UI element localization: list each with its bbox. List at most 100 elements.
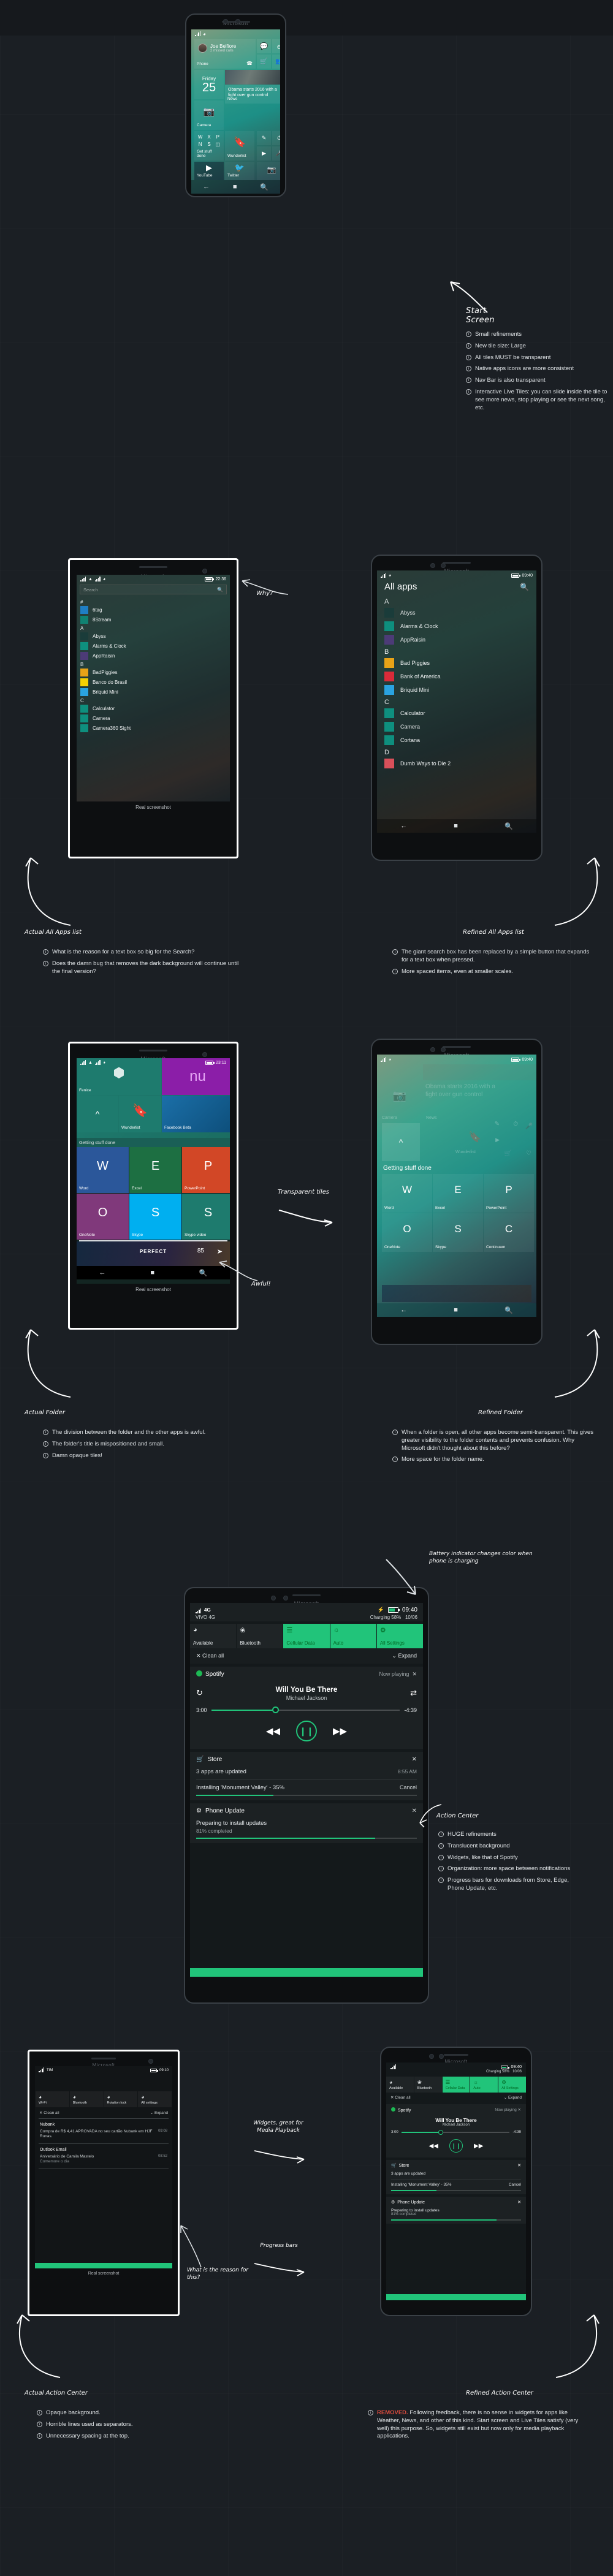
tile-phone[interactable]: Joe Belfiore 2 missed calls Phone ☎ — [194, 39, 256, 69]
clean-all-button[interactable]: ✕ Clean all — [390, 2095, 411, 2100]
quick-action-all-settings[interactable]: ⚙ All Settings — [498, 2077, 526, 2093]
quick-action-bluetooth[interactable]: ❀ Bluetooth — [237, 1624, 283, 1648]
tile-twitter[interactable]: 🐦 Twitter — [225, 162, 254, 180]
expand-button[interactable]: ⌄ Expand — [150, 2110, 168, 2115]
back-button[interactable]: ← — [99, 1269, 105, 1276]
tile-calendar[interactable]: Friday 25 — [194, 70, 224, 99]
quick-action-cellular-data[interactable]: ☰ Cellular Data — [442, 2077, 470, 2093]
quick-action-bluetooth[interactable]: ❀ Bluetooth — [414, 2077, 442, 2093]
notification-spotify[interactable]: Spotify Now playing ✕ ↻ Will You Be Ther… — [190, 1667, 423, 1749]
tile-edge[interactable]: e — [272, 39, 280, 53]
notification-store[interactable]: 🛒 Store ✕ 3 apps are updated Installing '… — [386, 2160, 526, 2194]
list-item[interactable]: Calculator — [384, 708, 529, 718]
list-item[interactable]: AppRaisin — [384, 635, 529, 645]
quick-action-available[interactable]: ◕ Available — [190, 1624, 237, 1648]
repeat-icon[interactable]: ↻ — [196, 1688, 203, 1698]
list-item[interactable]: Briquid Mini — [80, 688, 226, 696]
tile-youtube[interactable]: ▶ YouTube — [194, 162, 224, 180]
close-icon[interactable]: ✕ — [412, 1808, 417, 1814]
list-item[interactable]: Bad Piggies — [384, 658, 529, 668]
cancel-button[interactable]: Cancel — [400, 1784, 417, 1791]
telegram-icon[interactable]: ➤ — [217, 1248, 223, 1256]
notification-group-nubank[interactable]: Nubank Compra de R$ 4,41 APROVADA no seu… — [35, 2119, 172, 2143]
close-icon[interactable]: ✕ — [412, 1756, 417, 1763]
tile-get-stuff-done[interactable]: W X P N S ◫ Get stuff done — [194, 131, 224, 161]
tile-excel[interactable]: E Excel — [129, 1147, 181, 1193]
quick-actions-row-actual[interactable]: ◕ Wi-Fi ◕ Bluetooth ◕ Rotation lock ◕ All setti… — [35, 2091, 172, 2107]
tile-skype[interactable]: S Skype — [129, 1194, 181, 1240]
tile-85[interactable]: 85 — [197, 1248, 204, 1254]
expand-button[interactable]: ⌄ Expand — [392, 1653, 417, 1659]
quick-action-auto[interactable]: ☼ Auto — [470, 2077, 498, 2093]
folder-collapse-button[interactable]: ^ — [77, 1096, 118, 1132]
list-item[interactable]: Bank of America — [384, 672, 529, 681]
cancel-button[interactable]: Cancel — [509, 2183, 521, 2187]
tile-onenote[interactable]: O OneNote — [382, 1213, 432, 1252]
tile-skype-video[interactable]: S Skype video — [182, 1194, 230, 1240]
folder-apps-refined[interactable]: W Word E Excel P PowerPoint O OneNote S Skype C Con… — [382, 1174, 534, 1254]
apps-list-actual[interactable]: #6tag 8Stream A Abyss Alarms & Clock AppRaisi… — [77, 596, 230, 737]
quick-action-available[interactable]: ◕ Available — [386, 2077, 414, 2093]
tile-people[interactable]: 👥 — [272, 55, 280, 69]
start-button[interactable]: ■ — [150, 1269, 154, 1276]
seek-slider[interactable] — [211, 1707, 400, 1713]
tile-powerpoint[interactable]: P PowerPoint — [182, 1147, 230, 1193]
list-item[interactable]: Calculator — [80, 705, 226, 713]
quick-action-all-settings[interactable]: ◕ All settings — [138, 2091, 172, 2107]
tile-news-image[interactable] — [225, 70, 280, 85]
list-item[interactable]: AppRaisin — [80, 652, 226, 660]
close-icon[interactable]: ✕ — [412, 1671, 417, 1677]
tile-skype[interactable]: S Skype — [433, 1213, 483, 1252]
pause-button[interactable]: ❙❙ — [449, 2139, 463, 2153]
list-item[interactable]: Briquid Mini — [384, 685, 529, 695]
apps-list-refined[interactable]: A Abyss Alarms & Clock AppRaisin B Bad Piggie… — [377, 598, 536, 768]
start-button[interactable]: ■ — [454, 1306, 458, 1314]
list-item[interactable]: Cortana — [384, 735, 529, 745]
previous-button[interactable]: ◀◀ — [266, 1726, 280, 1737]
clean-all-button[interactable]: ✕ Clean all — [196, 1653, 224, 1659]
list-item[interactable]: Camera360 Sight — [80, 724, 226, 732]
close-icon[interactable]: ✕ — [517, 2163, 521, 2168]
quick-action-rotation-lock[interactable]: ◕ Rotation lock — [104, 2091, 138, 2107]
search-input[interactable]: Search 🔍 — [80, 585, 227, 594]
tile-wunderlist[interactable]: 🔖 Wunderlist — [225, 131, 254, 161]
tile-store[interactable]: 🛒 — [257, 55, 271, 69]
quick-actions-row[interactable]: ◕ Available ❀ Bluetooth ☰ Cellular Data ☼ Auto ⚙… — [190, 1624, 423, 1648]
start-button[interactable]: ■ — [454, 822, 458, 830]
tile-excel[interactable]: E Excel — [433, 1174, 483, 1213]
notification-store[interactable]: 🛒 Store ✕ 3 apps are updated 8:55 AM Inst… — [190, 1752, 423, 1800]
tile-recorder[interactable]: 🎤 — [272, 146, 280, 161]
list-item[interactable]: Dumb Ways to Die 2 — [384, 759, 529, 768]
tile-store-2[interactable]: 📷 — [257, 162, 280, 180]
back-button[interactable]: ← — [400, 822, 407, 830]
quick-action-all-settings[interactable]: ⚙ All Settings — [376, 1624, 423, 1648]
seek-thumb[interactable] — [272, 1707, 280, 1713]
list-item[interactable]: Abyss — [384, 608, 529, 618]
tile-wunderlist[interactable]: 🔖 Wunderlist — [119, 1096, 161, 1132]
notification-phone-update[interactable]: ⚙ Phone Update ✕ Preparing to install upd… — [190, 1803, 423, 1843]
list-item[interactable]: Abyss — [80, 632, 226, 640]
next-button[interactable]: ▶▶ — [474, 2143, 483, 2150]
tile-onenote[interactable]: O OneNote — [77, 1194, 129, 1240]
tile-video[interactable]: ▶ — [257, 146, 271, 161]
tile-messaging[interactable]: 💬 — [257, 39, 271, 53]
list-item[interactable]: 6tag — [80, 606, 226, 614]
list-item[interactable]: Camera — [80, 714, 226, 722]
folder-apps-actual[interactable]: W Word E Excel P PowerPoint O OneNote S Skype S Sky… — [77, 1147, 230, 1240]
tile-word[interactable]: W Word — [382, 1174, 432, 1213]
list-item[interactable]: Camera — [384, 722, 529, 732]
next-button[interactable]: ▶▶ — [333, 1726, 347, 1737]
tile-facebook-beta[interactable]: Facebook Beta — [162, 1096, 230, 1132]
search-button[interactable]: 🔍 — [504, 1306, 513, 1314]
tile-continuum[interactable]: C Continuum — [484, 1213, 534, 1252]
previous-button[interactable]: ◀◀ — [429, 2143, 438, 2150]
shuffle-icon[interactable]: ⇄ — [410, 1688, 417, 1698]
quick-actions-row-refined[interactable]: ◕ Available ❀ Bluetooth ☰ Cellular Data ☼ Auto ⚙… — [386, 2077, 526, 2093]
search-icon[interactable]: 🔍 — [520, 583, 529, 591]
search-button[interactable]: 🔍 — [504, 822, 513, 830]
list-item[interactable]: 8Stream — [80, 616, 226, 624]
search-button[interactable]: 🔍 — [199, 1269, 208, 1277]
notification-group-outlook[interactable]: Outlook Email Aniversário de Camila Mast… — [35, 2144, 172, 2169]
list-item[interactable]: Alarms & Clock — [384, 621, 529, 631]
tile-alarm[interactable]: ⏱ — [272, 131, 280, 145]
